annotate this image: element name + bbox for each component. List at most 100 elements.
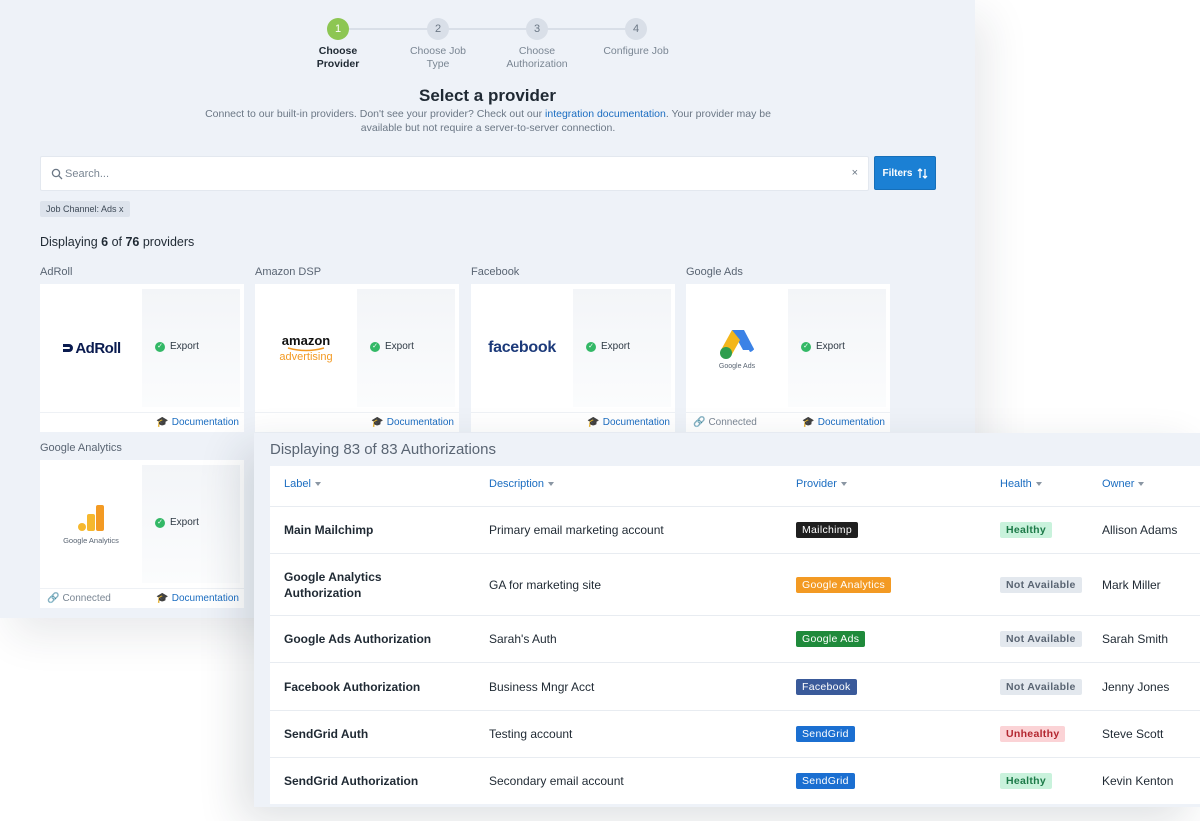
step-choose-provider[interactable]: 1 Choose Provider bbox=[288, 18, 388, 71]
auth-description: Primary email marketing account bbox=[489, 523, 664, 537]
page-title: Select a provider bbox=[418, 86, 556, 105]
provider-card-adroll[interactable]: AdRoll AdRoll ✓ Export 🎓 Documentation bbox=[40, 266, 244, 432]
auth-owner: Allison Adams bbox=[1102, 523, 1178, 537]
table-row[interactable]: Main Mailchimp Primary email marketing ac… bbox=[270, 506, 1200, 553]
table-row[interactable]: Facebook Authorization Business Mngr Acct… bbox=[270, 662, 1200, 710]
provider-card[interactable]: amazon advertising ✓ Export 🎓 Documentatio… bbox=[255, 284, 459, 432]
provider-badge: Google Analytics bbox=[796, 576, 892, 593]
auth-provider-cell: Facebook bbox=[796, 663, 857, 710]
documentation-link[interactable]: 🎓 Documentation bbox=[587, 417, 670, 428]
auth-description: GA for marketing site bbox=[489, 577, 602, 592]
caret-down-icon bbox=[1035, 482, 1042, 486]
provider-badge: Mailchimp bbox=[796, 522, 858, 538]
auth-owner: Sarah Smith bbox=[1102, 632, 1169, 646]
documentation-link[interactable]: 🎓 Documentation bbox=[156, 593, 239, 604]
card-footer: 🎓 Documentation bbox=[471, 412, 675, 432]
search-box: × bbox=[40, 156, 869, 191]
step-configure-job[interactable]: 4 Configure Job bbox=[586, 18, 686, 58]
filter-chip-job-channel[interactable]: Job Channel: Ads x bbox=[40, 201, 130, 217]
step-label: Choose Provider bbox=[316, 45, 360, 70]
adroll-icon bbox=[63, 344, 74, 352]
graduation-cap-icon: 🎓 bbox=[156, 417, 169, 428]
search-input[interactable] bbox=[65, 157, 845, 190]
provider-card-google-ads[interactable]: Google Ads Google Ads ✓ Export 🔗 Connected… bbox=[686, 266, 890, 432]
card-actions: ✓ Export bbox=[142, 289, 240, 407]
step-choose-authorization[interactable]: 3 Choose Authorization bbox=[487, 18, 587, 71]
auth-provider-cell: SendGrid bbox=[796, 711, 855, 757]
authorizations-title: Displaying 83 of 83 Authorizations bbox=[270, 441, 496, 458]
auth-provider-cell: SendGrid bbox=[796, 758, 855, 804]
provider-badge: Facebook bbox=[796, 678, 857, 695]
auth-description: Sarah's Auth bbox=[489, 632, 557, 646]
card-actions: ✓ Export bbox=[788, 289, 886, 407]
google-ads-logo: Google Ads bbox=[686, 284, 788, 412]
column-header-health[interactable]: Health bbox=[1000, 478, 1042, 490]
provider-card-facebook[interactable]: Facebook facebook ✓ Export 🎓 Documentation bbox=[471, 266, 675, 432]
step-circle: 2 bbox=[427, 18, 449, 40]
auth-health-cell: Healthy bbox=[1000, 507, 1053, 553]
documentation-link[interactable]: 🎓 Documentation bbox=[156, 417, 239, 428]
caret-down-icon bbox=[314, 482, 321, 486]
connected-status: 🔗 Connected bbox=[47, 593, 111, 604]
export-capability: ✓ Export bbox=[155, 341, 199, 352]
step-circle: 4 bbox=[625, 18, 647, 40]
step-label: Choose Job Type bbox=[409, 45, 467, 70]
provider-count: Displaying 6 of 76 providers bbox=[40, 235, 195, 249]
auth-health-cell: Not Available bbox=[1000, 663, 1082, 710]
search-icon bbox=[51, 168, 63, 180]
provider-card-amazon-dsp[interactable]: Amazon DSP amazon advertising ✓ Export 🎓 D… bbox=[255, 266, 459, 432]
auth-health-cell: Healthy bbox=[1000, 758, 1053, 804]
card-actions: ✓ Export bbox=[573, 289, 671, 407]
page-subtitle: Connect to our built-in providers. Don't… bbox=[205, 108, 771, 134]
caret-down-icon bbox=[548, 482, 555, 486]
graduation-cap-icon: 🎓 bbox=[587, 417, 600, 428]
documentation-link[interactable]: 🎓 Documentation bbox=[371, 417, 454, 428]
card-actions: ✓ Export bbox=[142, 465, 240, 583]
table-row[interactable]: SendGrid Auth Testing account SendGrid Unhe… bbox=[270, 710, 1200, 757]
column-header-label[interactable]: Label bbox=[284, 478, 321, 490]
table-row[interactable]: Google Ads Authorization Sarah's Auth Goog… bbox=[270, 615, 1200, 662]
provider-card[interactable]: Google Analytics ✓ Export 🔗 Connected 🎓 Doc… bbox=[40, 460, 244, 608]
integration-documentation-link[interactable]: integration documentation bbox=[545, 108, 666, 120]
card-footer: 🎓 Documentation bbox=[255, 412, 459, 432]
table-row[interactable]: Google Analytics Authorization GA for mar… bbox=[270, 553, 1200, 615]
column-header-provider[interactable]: Provider bbox=[796, 478, 847, 490]
provider-card[interactable]: facebook ✓ Export 🎓 Documentation bbox=[471, 284, 675, 432]
step-circle: 1 bbox=[327, 18, 349, 40]
provider-name: Google Ads bbox=[686, 266, 743, 278]
close-icon[interactable]: × bbox=[852, 167, 858, 179]
step-label: Choose Authorization bbox=[506, 45, 568, 70]
filters-button[interactable]: Filters bbox=[874, 156, 936, 190]
provider-badge: Google Ads bbox=[796, 631, 866, 647]
connected-status: 🔗 Connected bbox=[693, 417, 757, 428]
auth-owner: Jenny Jones bbox=[1102, 679, 1170, 694]
auth-health-cell: Not Available bbox=[1000, 554, 1082, 615]
graduation-cap-icon: 🎓 bbox=[371, 417, 384, 428]
step-choose-job-type[interactable]: 2 Choose Job Type bbox=[388, 18, 488, 71]
auth-owner: Steve Scott bbox=[1102, 727, 1164, 741]
column-header-description[interactable]: Description bbox=[489, 478, 555, 490]
check-circle-icon: ✓ bbox=[801, 341, 811, 352]
auth-health-cell: Not Available bbox=[1000, 616, 1082, 662]
provider-name: Facebook bbox=[471, 266, 520, 278]
caret-down-icon bbox=[840, 482, 847, 486]
provider-badge: SendGrid bbox=[796, 773, 855, 789]
documentation-link[interactable]: 🎓 Documentation bbox=[802, 417, 885, 428]
column-header-owner[interactable]: Owner bbox=[1102, 478, 1145, 490]
provider-card[interactable]: AdRoll ✓ Export 🎓 Documentation bbox=[40, 284, 244, 432]
export-capability: ✓ Export bbox=[586, 341, 630, 352]
provider-card[interactable]: Google Ads ✓ Export 🔗 Connected 🎓 Documenta… bbox=[686, 284, 890, 432]
google-analytics-icon bbox=[78, 504, 104, 531]
provider-card-google-analytics[interactable]: Google Analytics Google Analytics ✓ Expor… bbox=[40, 442, 244, 608]
auth-description: Testing account bbox=[489, 727, 573, 741]
facebook-logo: facebook bbox=[488, 339, 556, 356]
auth-label: Facebook Authorization bbox=[284, 679, 421, 694]
graduation-cap-icon: 🎓 bbox=[156, 593, 169, 604]
auth-health-cell: Unhealthy bbox=[1000, 711, 1066, 757]
table-row[interactable]: SendGrid Authorization Secondary email ac… bbox=[270, 757, 1200, 804]
export-capability: ✓ Export bbox=[155, 517, 199, 528]
auth-provider-cell: Google Analytics bbox=[796, 554, 892, 615]
auth-description: Secondary email account bbox=[489, 774, 624, 788]
auth-provider-cell: Mailchimp bbox=[796, 507, 858, 553]
authorizations-table: Label Description Provider Health Owner … bbox=[270, 466, 1200, 804]
